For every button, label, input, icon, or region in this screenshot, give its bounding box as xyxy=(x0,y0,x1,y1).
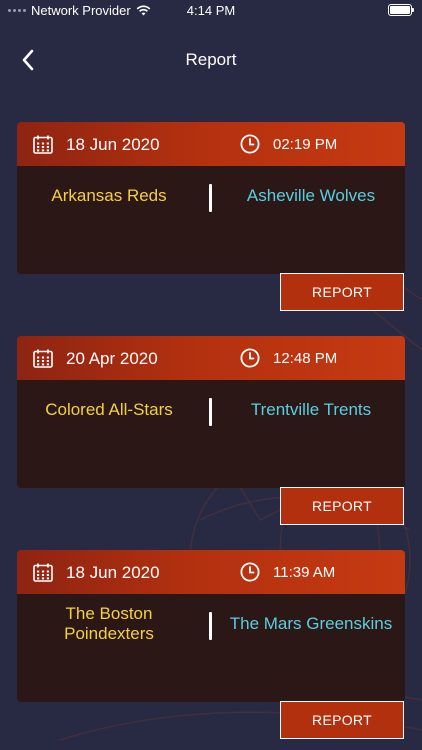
team-divider xyxy=(209,184,212,212)
nav-bar: Report xyxy=(0,40,422,80)
report-card: 18 Jun 2020 02:19 PM Arkansas Reds Ashev… xyxy=(17,122,405,274)
report-button[interactable]: REPORT xyxy=(280,273,404,311)
status-bar: Network Provider 4:14 PM xyxy=(0,0,422,22)
home-team-name: Colored All-Stars xyxy=(45,400,173,419)
clock-icon xyxy=(240,562,260,582)
card-header: 18 Jun 2020 02:19 PM xyxy=(17,122,405,166)
page-title: Report xyxy=(185,50,237,69)
away-team-name: The Mars Greenskins xyxy=(229,614,393,633)
home-team-name: The Boston Poindexters xyxy=(64,604,154,643)
clock-icon xyxy=(240,134,260,154)
clock-icon xyxy=(240,348,260,368)
card-header: 18 Jun 2020 11:39 AM xyxy=(17,550,405,594)
battery-icon xyxy=(388,4,414,16)
calendar-icon xyxy=(33,135,53,154)
calendar-icon xyxy=(33,563,53,582)
report-date: 18 Jun 2020 xyxy=(66,135,160,154)
report-time: 11:39 AM xyxy=(273,564,336,581)
report-date: 18 Jun 2020 xyxy=(66,563,160,582)
report-button[interactable]: REPORT xyxy=(280,701,404,739)
report-card: 18 Jun 2020 11:39 AM The Boston Poindext… xyxy=(17,550,405,702)
card-header: 20 Apr 2020 12:48 PM xyxy=(17,336,405,380)
status-time: 4:14 PM xyxy=(186,3,236,18)
report-card: 20 Apr 2020 12:48 PM Colored All-Stars T… xyxy=(17,336,405,488)
away-team-name: Asheville Wolves xyxy=(246,186,376,205)
calendar-icon xyxy=(33,349,53,368)
team-divider xyxy=(209,398,212,426)
home-team-name: Arkansas Reds xyxy=(51,186,167,205)
report-button[interactable]: REPORT xyxy=(280,487,404,525)
report-time: 12:48 PM xyxy=(273,350,338,367)
report-date: 20 Apr 2020 xyxy=(66,349,158,368)
away-team-name: Trentville Trents xyxy=(250,400,372,419)
report-time: 02:19 PM xyxy=(273,136,338,153)
team-divider xyxy=(209,612,212,640)
